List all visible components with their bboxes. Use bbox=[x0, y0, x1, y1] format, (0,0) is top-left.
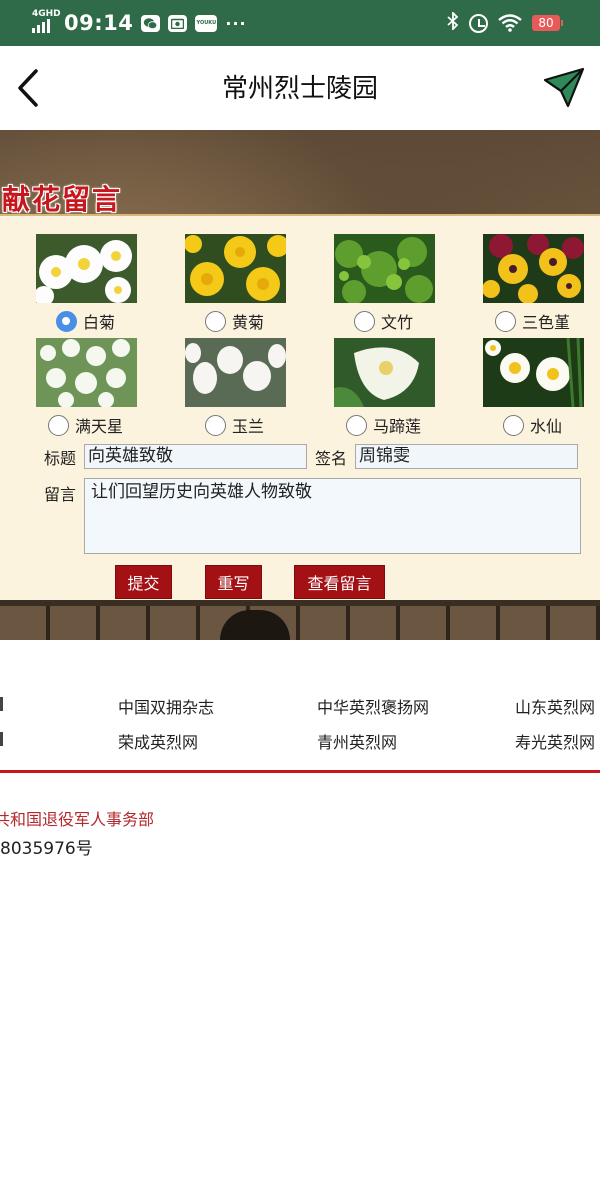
network-type: 4GHD bbox=[32, 9, 61, 19]
reset-button[interactable]: 重写 bbox=[205, 565, 262, 599]
calla-lily-image bbox=[334, 338, 435, 407]
radio-button[interactable] bbox=[56, 310, 77, 332]
flower-choice[interactable]: 文竹 bbox=[354, 310, 413, 332]
footer-divider bbox=[0, 770, 600, 773]
camera-icon bbox=[168, 14, 188, 32]
radio-button[interactable] bbox=[346, 414, 367, 436]
pansy-image bbox=[483, 234, 584, 303]
footer-icp-number: 8035976号 bbox=[0, 839, 93, 859]
clipped-link-fragment bbox=[0, 697, 3, 711]
radio-button[interactable] bbox=[205, 310, 226, 332]
title-row: 标题 bbox=[44, 444, 76, 470]
submit-button[interactable]: 提交 bbox=[115, 565, 172, 599]
daffodil-image bbox=[483, 338, 584, 407]
flower-choice[interactable]: 玉兰 bbox=[205, 414, 264, 436]
radio-button[interactable] bbox=[48, 414, 69, 436]
message-textarea[interactable]: 让们回望历史向英雄人物致敬 bbox=[84, 478, 581, 554]
clipped-link-fragment bbox=[0, 732, 3, 746]
radio-button[interactable] bbox=[205, 414, 226, 436]
footer-organization: 共和国退役军人事务部 bbox=[0, 810, 155, 829]
link-item[interactable]: 青州英烈网 bbox=[317, 729, 397, 753]
message-label: 留言 bbox=[44, 485, 77, 504]
sign-input[interactable]: 周锦雯 bbox=[355, 444, 578, 469]
flower-choice[interactable]: 三色堇 bbox=[495, 310, 570, 332]
flower-message-panel: 白菊 黄菊 文竹 三色堇 满天星 玉兰 马蹄莲 水仙 标题 向英雄致敬 签名 周… bbox=[0, 214, 600, 609]
more-notifications: ··· bbox=[225, 13, 247, 33]
banner-background: 献花留言 白菊 黄菊 文竹 三色堇 满天星 玉兰 马蹄莲 水仙 标题 向英雄致敬… bbox=[0, 130, 600, 640]
battery-icon: 80 bbox=[532, 15, 563, 31]
bluetooth-icon bbox=[447, 10, 459, 35]
link-item[interactable]: 寿光英烈网 bbox=[515, 729, 595, 753]
link-item[interactable]: 山东英烈网 bbox=[515, 694, 595, 718]
signal-icon: 4GHD bbox=[30, 9, 61, 35]
title-input[interactable]: 向英雄致敬 bbox=[84, 444, 307, 469]
share-button[interactable] bbox=[542, 64, 588, 110]
flower-choice[interactable]: 马蹄莲 bbox=[346, 414, 421, 436]
chevron-left-icon bbox=[18, 69, 38, 107]
back-button[interactable] bbox=[8, 64, 48, 112]
flower-choice[interactable]: 白菊 bbox=[56, 310, 115, 332]
message-row: 留言 bbox=[44, 480, 76, 506]
sign-row: 签名 bbox=[315, 444, 347, 470]
asparagus-fern-image bbox=[334, 234, 435, 303]
link-item[interactable]: 荣成英烈网 bbox=[118, 729, 198, 753]
alarm-icon bbox=[469, 13, 488, 33]
babys-breath-image bbox=[36, 338, 137, 407]
youku-icon: YOUKU bbox=[195, 14, 218, 32]
wifi-icon bbox=[498, 14, 522, 32]
flower-choice[interactable]: 水仙 bbox=[503, 414, 562, 436]
white-chrysanthemum-image bbox=[36, 234, 137, 303]
link-item[interactable]: 中国双拥杂志 bbox=[118, 694, 214, 718]
flower-choice[interactable]: 黄菊 bbox=[205, 310, 264, 332]
link-item[interactable]: 中华英烈褒扬网 bbox=[317, 694, 429, 718]
paper-plane-icon bbox=[543, 67, 585, 108]
status-bar: 4GHD 09:14 YOUKU ··· 80 bbox=[0, 0, 600, 46]
magnolia-image bbox=[185, 338, 286, 407]
radio-button[interactable] bbox=[354, 310, 375, 332]
section-title: 献花留言 bbox=[2, 183, 123, 216]
flower-choice[interactable]: 满天星 bbox=[48, 414, 123, 436]
sign-label: 签名 bbox=[315, 449, 348, 468]
clock: 09:14 bbox=[64, 11, 134, 35]
yellow-chrysanthemum-image bbox=[185, 234, 286, 303]
great-wall-strip bbox=[0, 600, 600, 640]
view-messages-button[interactable]: 查看留言 bbox=[294, 565, 385, 599]
wechat-icon bbox=[141, 14, 161, 32]
radio-button[interactable] bbox=[495, 310, 516, 332]
nav-bar: 常州烈士陵园 bbox=[0, 46, 600, 130]
radio-button[interactable] bbox=[503, 414, 524, 436]
page-title: 常州烈士陵园 bbox=[221, 74, 378, 104]
title-label: 标题 bbox=[44, 449, 77, 468]
